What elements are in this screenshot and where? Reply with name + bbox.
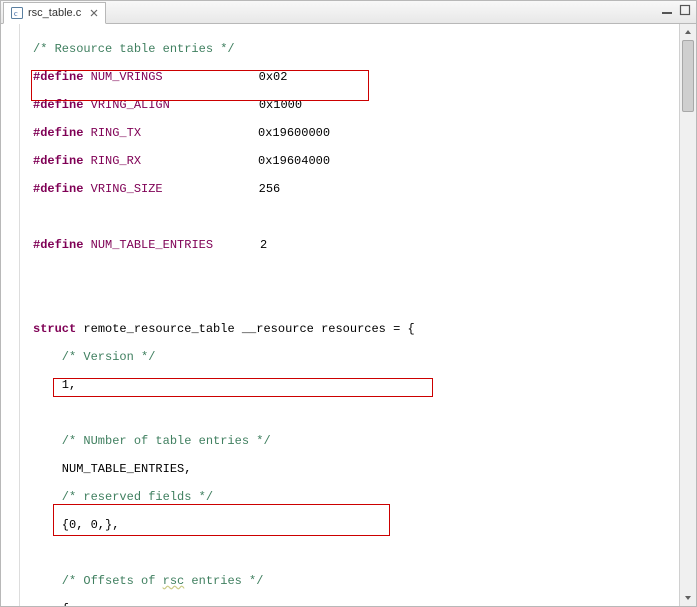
c-file-icon: c xyxy=(10,6,24,20)
code-area[interactable]: /* Resource table entries */ #define NUM… xyxy=(1,24,696,606)
gutter xyxy=(1,24,20,606)
scroll-down-icon[interactable] xyxy=(680,590,696,606)
minimize-icon[interactable] xyxy=(660,3,674,17)
tab-rsc-table-c[interactable]: c rsc_table.c xyxy=(3,2,106,24)
editor-tabbar: c rsc_table.c xyxy=(1,1,696,24)
scroll-track[interactable] xyxy=(680,40,696,590)
scroll-up-icon[interactable] xyxy=(680,24,696,40)
close-icon[interactable] xyxy=(89,8,99,18)
scroll-thumb[interactable] xyxy=(682,40,694,112)
code-content: /* Resource table entries */ #define NUM… xyxy=(19,24,680,606)
tab-label: rsc_table.c xyxy=(28,7,81,19)
svg-text:c: c xyxy=(14,9,18,18)
maximize-icon[interactable] xyxy=(678,3,692,17)
vertical-scrollbar[interactable] xyxy=(679,24,696,606)
editor-pane: c rsc_table.c /* Resource table entries … xyxy=(0,0,697,607)
